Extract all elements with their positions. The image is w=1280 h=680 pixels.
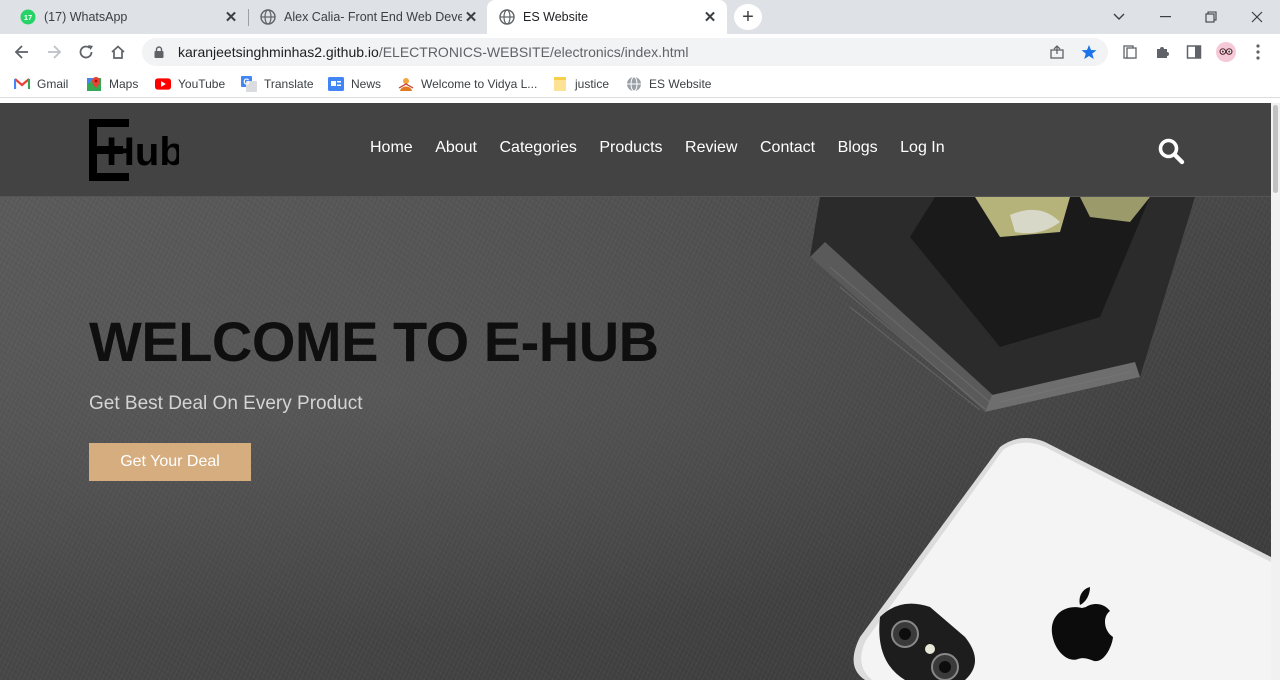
new-tab-button[interactable]: + — [734, 4, 762, 30]
lock-icon[interactable] — [152, 45, 166, 59]
forward-arrow-icon[interactable] — [40, 38, 68, 66]
url-text: karanjeetsinghminhas2.github.io/ELECTRON… — [178, 44, 689, 60]
close-window-icon[interactable] — [1234, 0, 1280, 34]
tab-alex-calia[interactable]: Alex Calia- Front End Web Develo ✕ — [240, 0, 488, 34]
address-bar[interactable]: karanjeetsinghminhas2.github.io/ELECTRON… — [142, 38, 1108, 66]
home-icon[interactable] — [104, 38, 132, 66]
bookmark-star-icon[interactable] — [1080, 43, 1098, 61]
hero-section: WELCOME TO E-HUB Get Best Deal On Every … — [0, 197, 1271, 680]
bookmark-label: ES Website — [649, 77, 712, 91]
youtube-icon — [155, 76, 171, 92]
translate-icon: G — [241, 76, 257, 92]
bookmark-gmail[interactable]: Gmail — [14, 75, 68, 93]
nav-home[interactable]: Home — [370, 139, 413, 157]
globe-icon — [626, 76, 642, 92]
tab-whatsapp[interactable]: 17 (17) WhatsApp ✕ — [0, 0, 248, 34]
tab-strip: 17 (17) WhatsApp ✕ Alex Calia- Front End… — [0, 0, 1280, 34]
maps-icon — [86, 76, 102, 92]
reading-list-icon[interactable] — [1120, 42, 1140, 62]
search-icon[interactable] — [1157, 137, 1185, 165]
bookmarks-bar: Gmail Maps YouTube G Translate News Welc… — [0, 70, 1280, 98]
menu-kebab-icon[interactable] — [1248, 42, 1268, 62]
bookmark-justice[interactable]: justice — [552, 75, 609, 93]
bookmark-label: Translate — [264, 77, 314, 91]
bookmark-vidya[interactable]: Welcome to Vidya L... — [398, 75, 537, 93]
page-viewport: Hub Home About Categories Products Revie… — [0, 103, 1280, 680]
close-tab-icon[interactable]: ✕ — [222, 8, 240, 26]
hero-subtitle: Get Best Deal On Every Product — [89, 393, 363, 414]
minimize-icon[interactable] — [1142, 0, 1188, 34]
tab-search-icon[interactable] — [1096, 0, 1142, 34]
side-panel-icon[interactable] — [1184, 42, 1204, 62]
vidya-logo-icon — [398, 76, 414, 92]
bookmark-maps[interactable]: Maps — [86, 75, 138, 93]
nav-blogs[interactable]: Blogs — [838, 139, 878, 157]
bookmark-translate[interactable]: G Translate — [241, 75, 314, 93]
bookmark-es-website[interactable]: ES Website — [626, 75, 711, 93]
nav-review[interactable]: Review — [685, 139, 737, 157]
close-tab-icon[interactable]: ✕ — [701, 8, 719, 26]
get-your-deal-button[interactable]: Get Your Deal — [89, 443, 251, 481]
restore-icon[interactable] — [1188, 0, 1234, 34]
gmail-icon — [14, 76, 30, 92]
hero-title: WELCOME TO E-HUB — [89, 310, 659, 373]
planter-box-image — [810, 197, 1195, 412]
svg-text:G: G — [243, 78, 249, 87]
ehub-logo[interactable]: Hub — [89, 119, 184, 181]
back-arrow-icon[interactable] — [8, 38, 36, 66]
svg-text:17: 17 — [24, 13, 32, 22]
tab-es-website[interactable]: ES Website ✕ — [487, 0, 727, 34]
hero-background-image — [810, 197, 1271, 680]
bookmark-label: justice — [575, 77, 610, 91]
globe-icon — [499, 9, 515, 25]
nav-contact[interactable]: Contact — [760, 139, 815, 157]
profile-avatar-icon[interactable] — [1216, 42, 1236, 62]
reload-icon[interactable] — [72, 38, 100, 66]
globe-icon — [260, 9, 276, 25]
whatsapp-icon: 17 — [20, 9, 36, 25]
bookmark-news[interactable]: News — [328, 75, 381, 93]
extensions-puzzle-icon[interactable] — [1152, 42, 1172, 62]
bookmark-label: YouTube — [178, 77, 226, 91]
folder-icon — [552, 76, 568, 92]
tab-title: (17) WhatsApp — [44, 10, 128, 24]
bookmark-label: News — [351, 77, 382, 91]
bookmark-label: Welcome to Vidya L... — [421, 77, 538, 91]
bookmark-youtube[interactable]: YouTube — [155, 75, 225, 93]
scrollbar-thumb[interactable] — [1273, 105, 1278, 193]
browser-toolbar: karanjeetsinghminhas2.github.io/ELECTRON… — [0, 34, 1280, 70]
nav-products[interactable]: Products — [599, 139, 662, 157]
nav-login[interactable]: Log In — [900, 139, 944, 157]
close-tab-icon[interactable]: ✕ — [462, 8, 480, 26]
svg-text:Hub: Hub — [106, 130, 179, 174]
bookmark-label: Gmail — [37, 77, 69, 91]
news-icon — [328, 76, 344, 92]
phone-image — [853, 438, 1271, 680]
main-nav: Home About Categories Products Review Co… — [370, 139, 967, 157]
tab-title: Alex Calia- Front End Web Develo — [284, 10, 462, 24]
nav-about[interactable]: About — [435, 139, 477, 157]
site-header: Hub Home About Categories Products Revie… — [0, 103, 1271, 197]
tab-title: ES Website — [523, 10, 589, 24]
share-icon[interactable] — [1048, 43, 1066, 61]
nav-categories[interactable]: Categories — [500, 139, 577, 157]
bookmark-label: Maps — [109, 77, 139, 91]
page-scrollbar[interactable] — [1271, 103, 1280, 680]
